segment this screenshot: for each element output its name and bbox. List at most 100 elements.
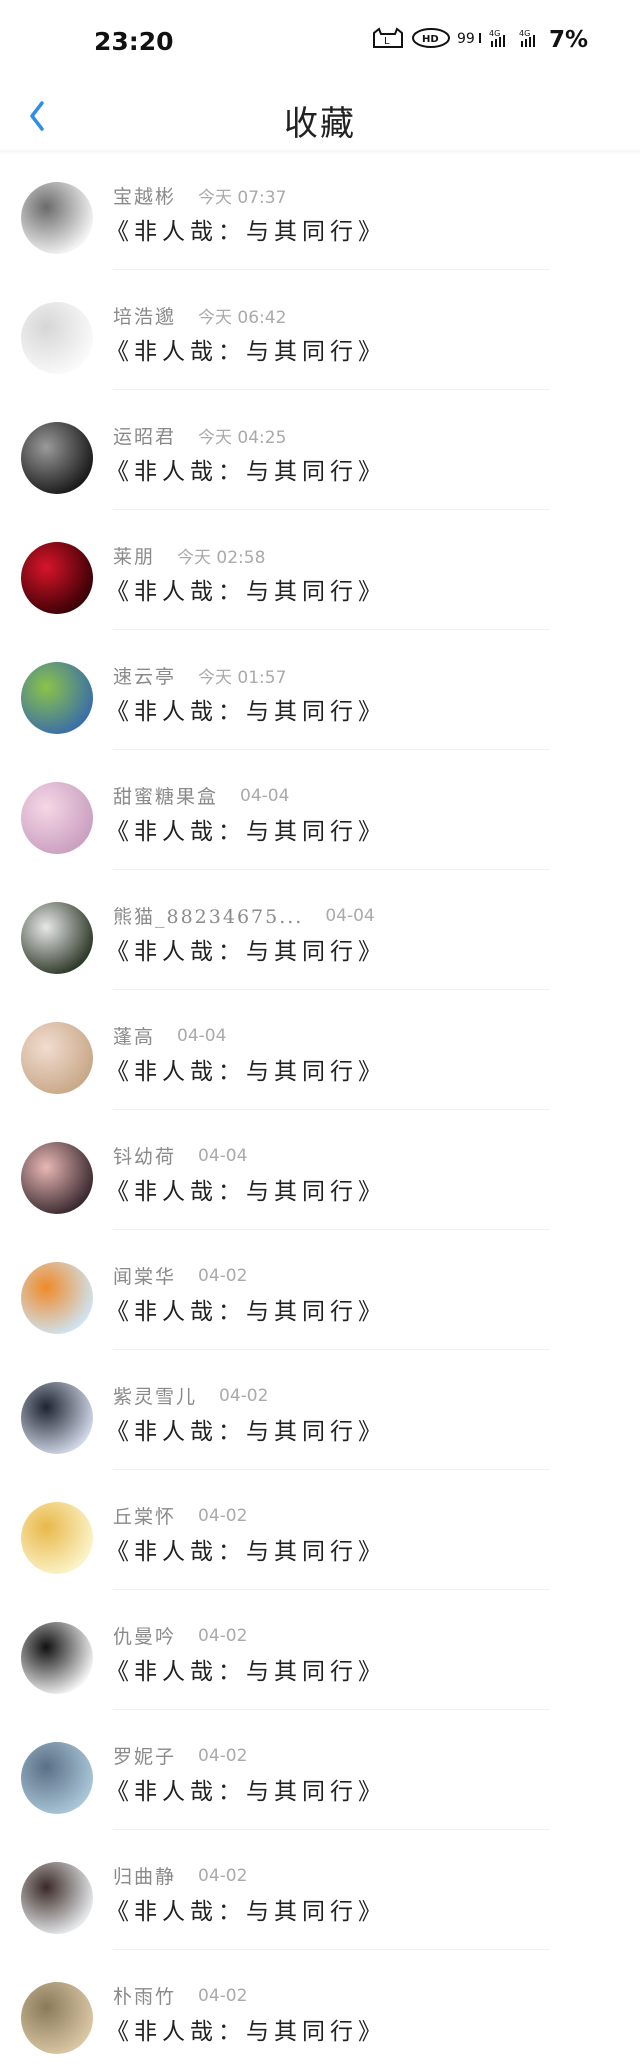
user-name: 宝越彬 — [113, 186, 177, 208]
user-name: 培浩邈 — [113, 306, 177, 328]
timestamp: 04-02 — [219, 1385, 269, 1406]
timestamp: 今天 07:37 — [198, 188, 287, 208]
item-meta: 宝越彬 今天 07:37 — [113, 182, 286, 209]
user-name: 莱朋 — [113, 546, 156, 568]
item-meta: 罗妮子 04-02 — [113, 1742, 247, 1769]
list-item[interactable]: 仇曼吟 04-02 《非人哉：与其同行》 — [0, 1590, 640, 1710]
list-item[interactable]: 归曲静 04-02 《非人哉：与其同行》 — [0, 1830, 640, 1950]
signal-4g-icon-2: 4G — [519, 27, 543, 53]
user-name: 紫灵雪儿 — [113, 1386, 198, 1408]
item-content: 《非人哉：与其同行》 — [106, 339, 386, 365]
user-name: 甜蜜糖果盒 — [113, 786, 219, 808]
item-meta: 闻棠华 04-02 — [113, 1262, 247, 1289]
list-item[interactable]: 莱朋 今天 02:58 《非人哉：与其同行》 — [0, 510, 640, 630]
list-item[interactable]: 培浩邈 今天 06:42 《非人哉：与其同行》 — [0, 270, 640, 390]
list-item[interactable]: 速云亭 今天 01:57 《非人哉：与其同行》 — [0, 630, 640, 750]
user-name: 朴雨竹 — [113, 1986, 177, 2008]
user-name: 速云亭 — [113, 666, 177, 688]
hd-icon: HD — [411, 27, 451, 53]
user-name: 丘棠怀 — [113, 1506, 177, 1528]
timestamp: 04-02 — [198, 1865, 248, 1886]
item-content: 《非人哉：与其同行》 — [106, 699, 386, 725]
avatar[interactable] — [21, 542, 93, 614]
item-content: 《非人哉：与其同行》 — [106, 219, 386, 245]
list-item[interactable]: 朴雨竹 04-02 《非人哉：与其同行》 — [0, 1950, 640, 2070]
avatar[interactable] — [21, 1382, 93, 1454]
item-content: 《非人哉：与其同行》 — [106, 1179, 386, 1205]
list-item[interactable]: 丘棠怀 04-02 《非人哉：与其同行》 — [0, 1470, 640, 1590]
timestamp: 今天 01:57 — [198, 668, 287, 688]
timestamp: 04-02 — [198, 1265, 248, 1286]
item-meta: 钭幼荷 04-04 — [113, 1142, 247, 1169]
item-content: 《非人哉：与其同行》 — [106, 1779, 386, 1805]
item-content: 《非人哉：与其同行》 — [106, 819, 386, 845]
timestamp: 04-02 — [198, 1505, 248, 1526]
avatar[interactable] — [21, 422, 93, 494]
item-meta: 速云亭 今天 01:57 — [113, 662, 286, 689]
avatar[interactable] — [21, 1502, 93, 1574]
timestamp: 04-02 — [198, 1625, 248, 1646]
page-title: 收藏 — [284, 104, 356, 144]
item-content: 《非人哉：与其同行》 — [106, 1539, 386, 1565]
signal-99-icon: 99 — [457, 27, 483, 53]
item-content: 《非人哉：与其同行》 — [106, 1059, 386, 1085]
list-item[interactable]: 宝越彬 今天 07:37 《非人哉：与其同行》 — [0, 150, 640, 270]
item-content: 《非人哉：与其同行》 — [106, 1299, 386, 1325]
user-name: 归曲静 — [113, 1866, 177, 1888]
avatar[interactable] — [21, 662, 93, 734]
item-meta: 培浩邈 今天 06:42 — [113, 302, 286, 329]
avatar[interactable] — [21, 1862, 93, 1934]
svg-text:HD: HD — [422, 34, 439, 45]
item-content: 《非人哉：与其同行》 — [106, 939, 386, 965]
timestamp: 04-04 — [325, 905, 375, 926]
item-content: 《非人哉：与其同行》 — [106, 1659, 386, 1685]
user-name: 熊猫_88234675... — [113, 906, 304, 928]
user-name: 罗妮子 — [113, 1746, 177, 1768]
cat-icon: L — [371, 27, 405, 53]
list-item[interactable]: 甜蜜糖果盒 04-04 《非人哉：与其同行》 — [0, 750, 640, 870]
signal-4g-icon: 4G — [489, 27, 513, 53]
timestamp: 04-02 — [198, 1985, 248, 2006]
list-item[interactable]: 熊猫_88234675... 04-04 《非人哉：与其同行》 — [0, 870, 640, 990]
user-name: 运昭君 — [113, 426, 177, 448]
avatar[interactable] — [21, 1142, 93, 1214]
item-meta: 仇曼吟 04-02 — [113, 1622, 247, 1649]
list-item[interactable]: 罗妮子 04-02 《非人哉：与其同行》 — [0, 1710, 640, 1830]
list-item[interactable]: 紫灵雪儿 04-02 《非人哉：与其同行》 — [0, 1350, 640, 1470]
svg-text:L: L — [384, 36, 390, 47]
item-content: 《非人哉：与其同行》 — [106, 1419, 386, 1445]
list-item[interactable]: 蓬高 04-04 《非人哉：与其同行》 — [0, 990, 640, 1110]
svg-text:99: 99 — [457, 31, 475, 47]
avatar[interactable] — [21, 1262, 93, 1334]
user-name: 闻棠华 — [113, 1266, 177, 1288]
user-name: 蓬高 — [113, 1026, 156, 1048]
item-meta: 朴雨竹 04-02 — [113, 1982, 247, 2009]
avatar[interactable] — [21, 902, 93, 974]
svg-text:4G: 4G — [519, 29, 530, 38]
item-content: 《非人哉：与其同行》 — [106, 579, 386, 605]
avatar[interactable] — [21, 1742, 93, 1814]
battery-percent: 7% — [548, 27, 588, 53]
item-content: 《非人哉：与其同行》 — [106, 2019, 386, 2045]
list-item[interactable]: 钭幼荷 04-04 《非人哉：与其同行》 — [0, 1110, 640, 1230]
item-content: 《非人哉：与其同行》 — [106, 459, 386, 485]
item-meta: 熊猫_88234675... 04-04 — [113, 902, 375, 929]
list-item[interactable]: 运昭君 今天 04:25 《非人哉：与其同行》 — [0, 390, 640, 510]
avatar[interactable] — [21, 782, 93, 854]
list-item[interactable]: 闻棠华 04-02 《非人哉：与其同行》 — [0, 1230, 640, 1350]
timestamp: 今天 06:42 — [198, 308, 287, 328]
user-name: 仇曼吟 — [113, 1626, 177, 1648]
avatar[interactable] — [21, 1622, 93, 1694]
avatar[interactable] — [21, 1022, 93, 1094]
top-header: 23:20 L HD 99 4G 4G 7% 收藏 — [0, 0, 640, 150]
item-meta: 运昭君 今天 04:25 — [113, 422, 286, 449]
timestamp: 04-04 — [240, 785, 290, 806]
avatar[interactable] — [21, 1982, 93, 2054]
item-meta: 紫灵雪儿 04-02 — [113, 1382, 268, 1409]
avatar[interactable] — [21, 182, 93, 254]
user-name: 钭幼荷 — [113, 1146, 177, 1168]
timestamp: 今天 04:25 — [198, 428, 287, 448]
status-time: 23:20 — [94, 27, 174, 56]
timestamp: 今天 02:58 — [177, 548, 266, 568]
avatar[interactable] — [21, 302, 93, 374]
